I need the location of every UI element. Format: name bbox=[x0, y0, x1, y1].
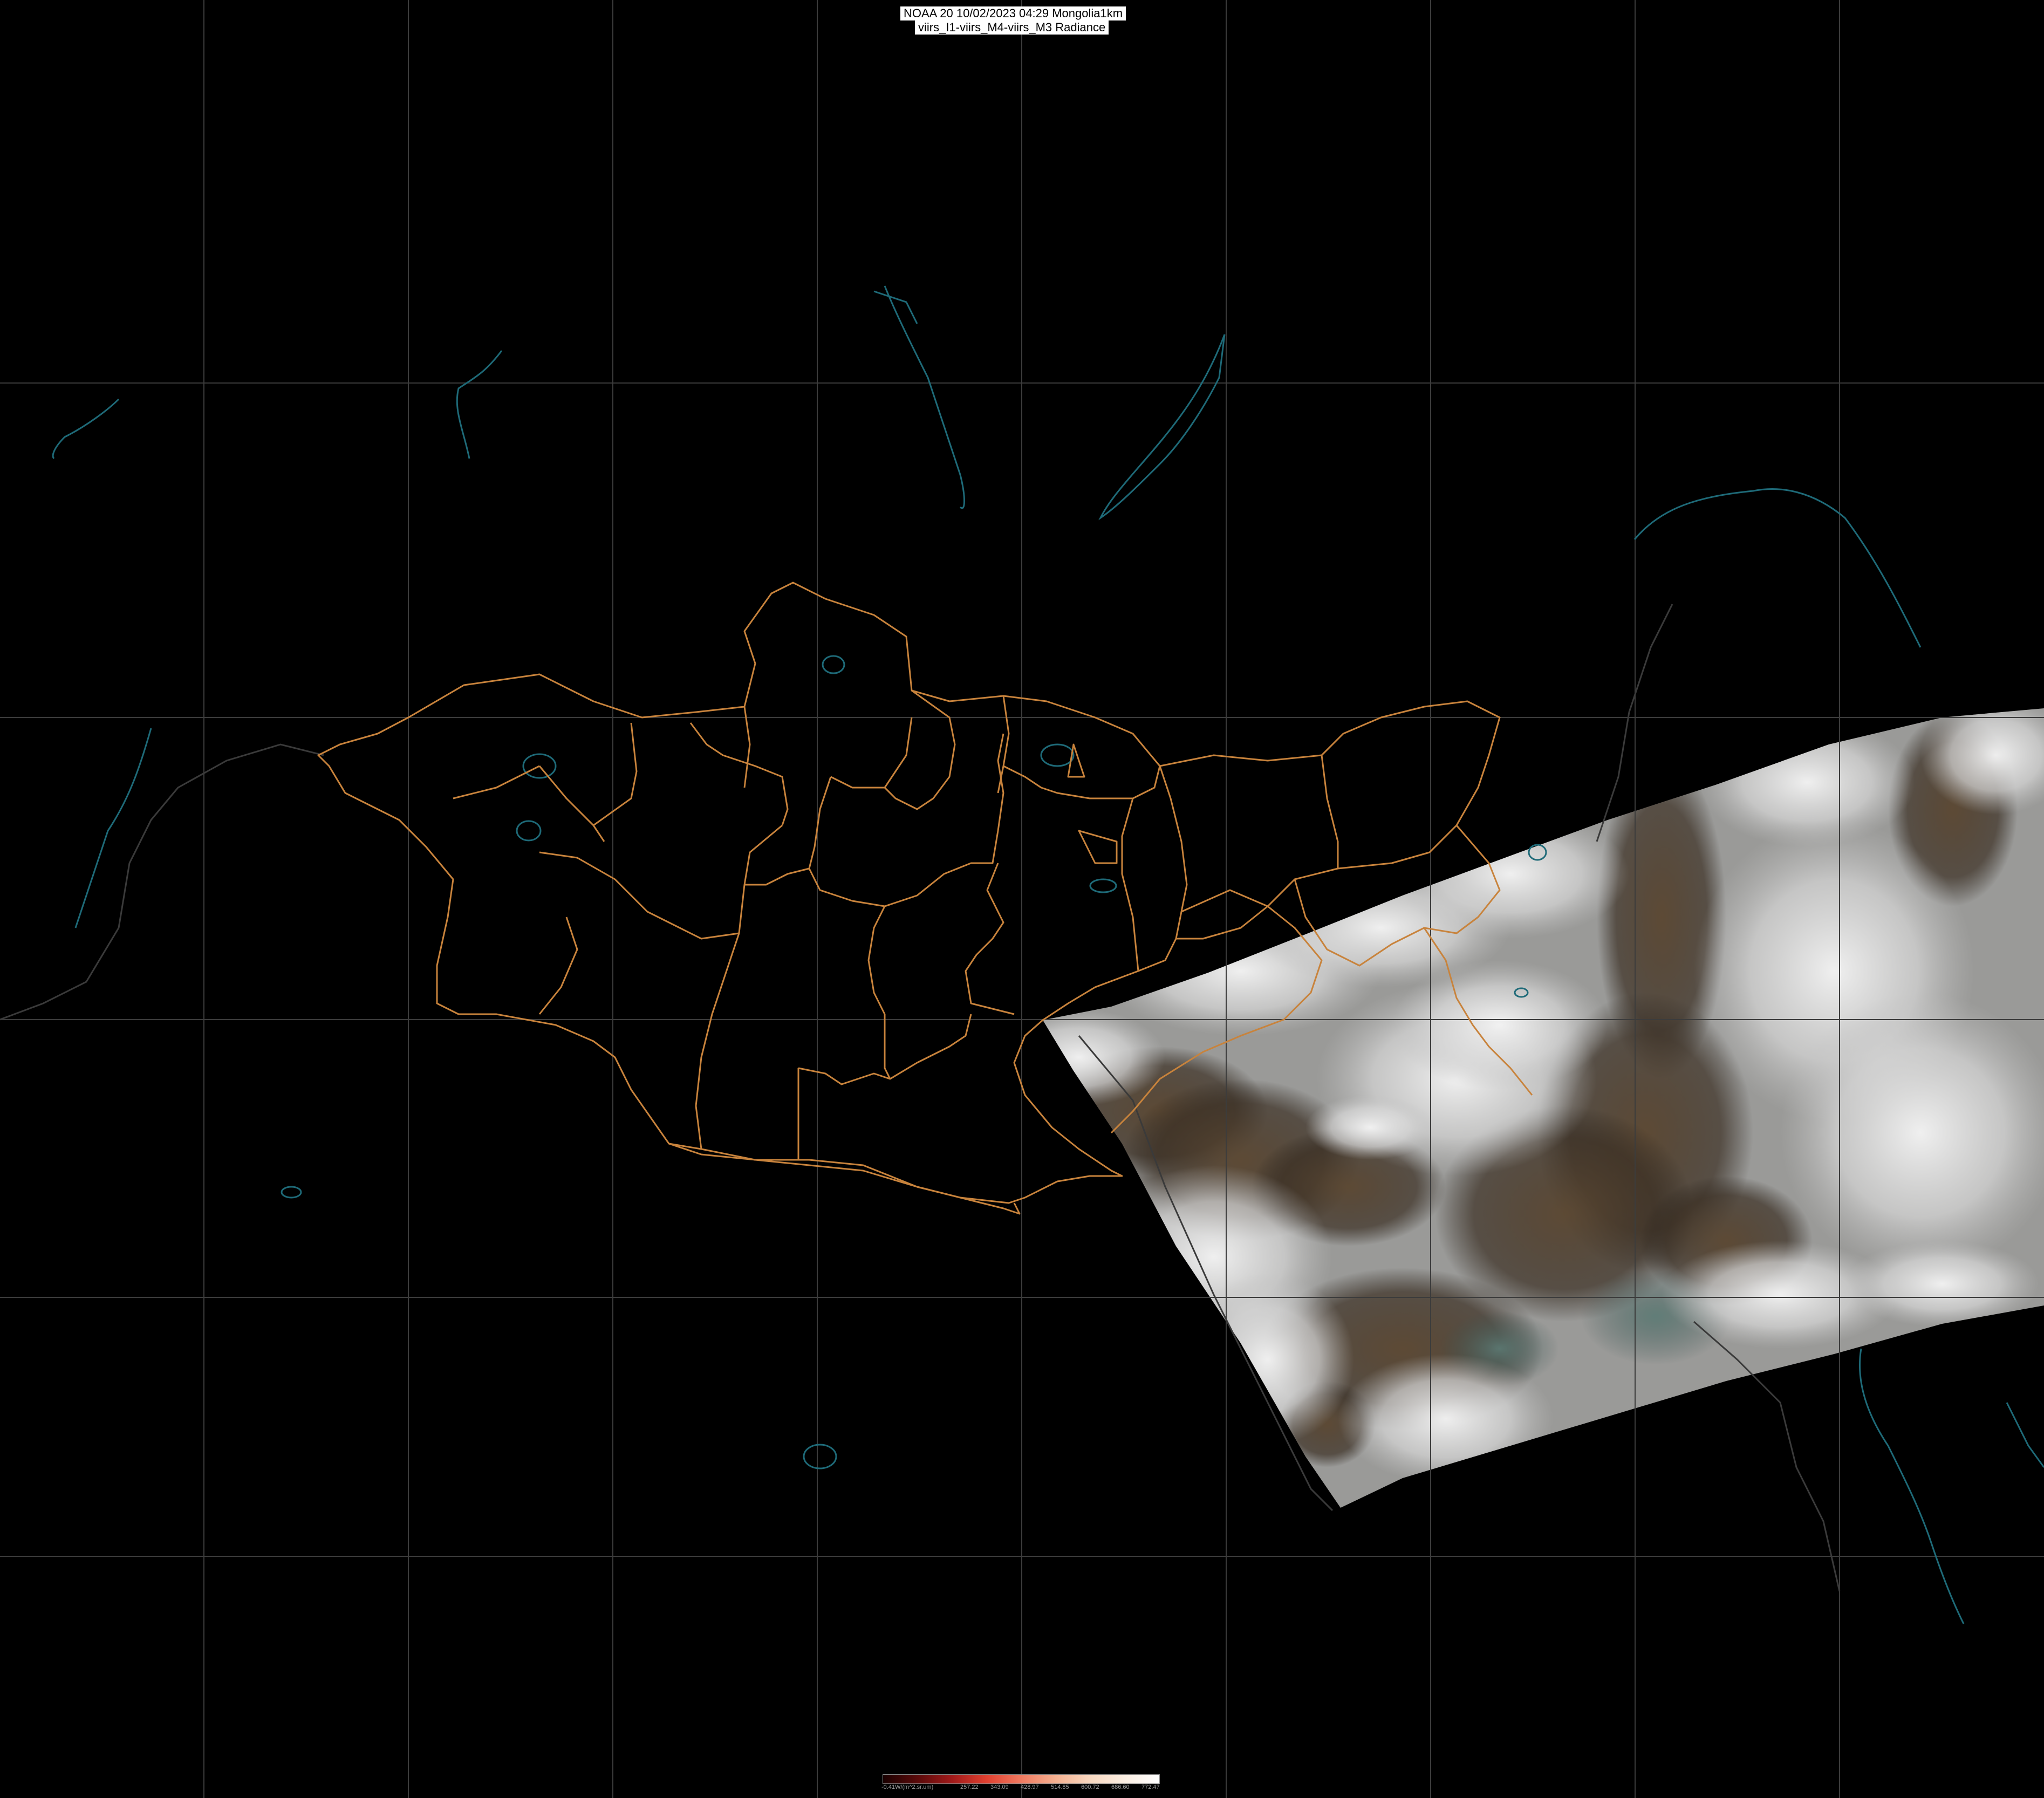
colorbar-label: 772.47 bbox=[1141, 1784, 1160, 1790]
colorbar-label: -0.41W/(m^2.sr.um) bbox=[881, 1784, 934, 1790]
colorbar bbox=[883, 1774, 1160, 1784]
colorbar-label: 686.60 bbox=[1111, 1784, 1130, 1790]
colorbar-labels: -0.41W/(m^2.sr.um) 257.22 343.09 428.97 … bbox=[879, 1784, 1171, 1793]
map-canvas bbox=[0, 0, 2044, 1798]
colorbar-label: 343.09 bbox=[990, 1784, 1009, 1790]
colorbar-label: 428.97 bbox=[1021, 1784, 1039, 1790]
colorbar-label: 257.22 bbox=[960, 1784, 979, 1790]
colorbar-label: 600.72 bbox=[1081, 1784, 1099, 1790]
map-title-line1: NOAA 20 10/02/2023 04:29 Mongolia1km bbox=[900, 6, 1126, 20]
colorbar-label: 514.85 bbox=[1051, 1784, 1069, 1790]
map-title-line2: viirs_I1-viirs_M4-viirs_M3 Radiance bbox=[915, 20, 1109, 35]
